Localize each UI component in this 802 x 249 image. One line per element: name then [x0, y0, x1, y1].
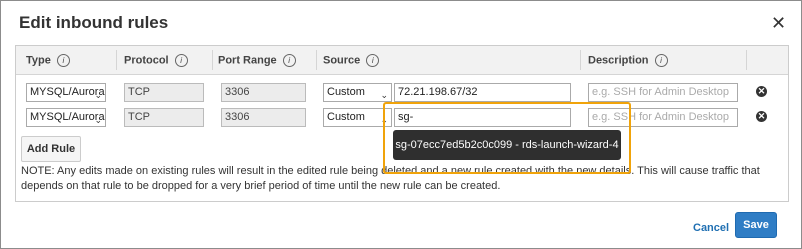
type-select[interactable]: MYSQL/Aurora ⌄: [26, 108, 106, 127]
info-icon[interactable]: i: [366, 54, 380, 67]
add-rule-button[interactable]: Add Rule: [21, 136, 81, 162]
info-icon[interactable]: i: [282, 54, 296, 67]
header-type-label: Type: [26, 54, 51, 67]
type-select[interactable]: MYSQL/Aurora ⌄: [26, 83, 106, 102]
chevron-down-icon: ⌄: [94, 90, 102, 100]
dialog-title: Edit inbound rules: [19, 13, 169, 32]
port-range-field: 3306: [221, 108, 306, 127]
remove-rule-icon[interactable]: ✕: [756, 111, 767, 122]
close-icon[interactable]: ✕: [771, 13, 786, 34]
column-divider: [116, 50, 117, 70]
table-header: Type i Protocol i Port Range i Source i Desc…: [16, 46, 788, 75]
remove-rule-icon[interactable]: ✕: [756, 86, 767, 97]
info-icon[interactable]: i: [654, 54, 668, 67]
type-value: MYSQL/Aurora: [30, 111, 105, 123]
column-divider: [316, 50, 317, 70]
source-mode-value: Custom: [327, 86, 365, 98]
save-button[interactable]: Save: [735, 212, 777, 238]
cancel-button[interactable]: Cancel: [693, 222, 729, 234]
source-mode-select[interactable]: Custom ⌄: [323, 108, 392, 127]
header-port-range: Port Range i: [218, 54, 296, 67]
info-icon[interactable]: i: [56, 54, 70, 67]
column-divider: [212, 50, 213, 70]
port-range-field: 3306: [221, 83, 306, 102]
description-input[interactable]: e.g. SSH for Admin Desktop: [588, 83, 738, 102]
info-icon[interactable]: i: [174, 54, 188, 67]
header-description: Description i: [588, 54, 668, 67]
source-mode-select[interactable]: Custom ⌄: [323, 83, 392, 102]
column-divider: [580, 50, 581, 70]
source-mode-value: Custom: [327, 111, 365, 123]
header-type: Type i: [26, 54, 70, 67]
header-source-label: Source: [323, 54, 361, 67]
column-divider: [746, 50, 747, 70]
header-port-range-label: Port Range: [218, 54, 277, 67]
chevron-down-icon: ⌄: [94, 115, 102, 125]
header-protocol: Protocol i: [124, 54, 188, 67]
header-description-label: Description: [588, 54, 649, 67]
protocol-field: TCP: [124, 83, 204, 102]
header-protocol-label: Protocol: [124, 54, 169, 67]
edit-inbound-rules-dialog: Edit inbound rules ✕ Type i Protocol i Por…: [0, 0, 802, 249]
type-value: MYSQL/Aurora: [30, 86, 105, 98]
header-source: Source i: [323, 54, 380, 67]
autocomplete-suggestion[interactable]: sg-07ecc7ed5b2c0c099 - rds-launch-wizard…: [393, 130, 621, 160]
protocol-field: TCP: [124, 108, 204, 127]
source-input[interactable]: 72.21.198.67/32: [394, 83, 571, 102]
